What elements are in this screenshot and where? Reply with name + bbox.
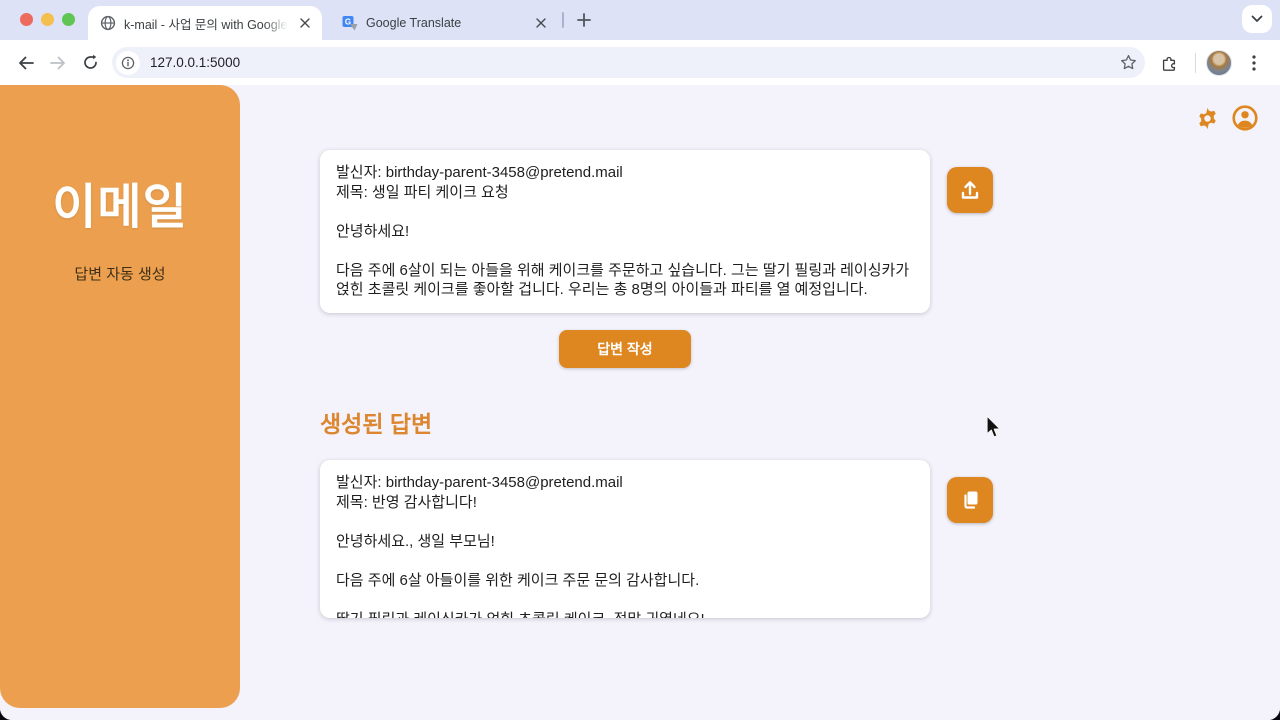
address-bar[interactable]: 127.0.0.1:5000 [112,47,1145,78]
browser-window: k-mail - 사업 문의 with Google G Google Tran… [0,0,1280,720]
close-tab-icon[interactable] [532,14,550,32]
reload-button[interactable] [74,47,106,79]
toolbar-separator [1195,53,1196,73]
tab-title: Google Translate [366,16,524,30]
upload-icon [958,178,982,202]
copy-icon [958,488,982,512]
app-title: 이메일 [0,167,240,237]
bookmark-star-icon[interactable] [1120,54,1137,71]
tab-divider [562,12,564,28]
forward-arrow-icon [49,55,67,71]
reply-email-text: 발신자: birthday-parent-3458@pretend.mail 제… [336,473,914,618]
mouse-cursor [985,415,1003,441]
generated-reply-heading: 생성된 답변 [320,405,432,439]
svg-text:G: G [345,18,351,27]
tab-title: k-mail - 사업 문의 with Google [124,14,288,33]
extensions-button[interactable] [1153,47,1185,79]
puzzle-icon [1160,54,1178,72]
tab-search-chevron-button[interactable] [1242,5,1272,33]
new-tab-button[interactable] [572,8,596,32]
incoming-email-text: 발신자: birthday-parent-3458@pretend.mail 제… [336,163,914,300]
tab-kmail[interactable]: k-mail - 사업 문의 with Google [88,6,322,40]
chevron-down-icon [1251,15,1263,23]
info-icon [121,56,135,70]
site-info-button[interactable] [116,51,140,75]
globe-icon [100,15,116,31]
profile-avatar[interactable] [1206,50,1232,76]
toolbar-right-group [1153,47,1270,79]
zoom-window-button[interactable] [62,13,75,26]
upload-email-button[interactable] [947,167,993,213]
forward-button[interactable] [42,47,74,79]
back-arrow-icon [17,55,35,71]
page-top-icons [1195,105,1258,131]
window-controls [20,13,75,26]
browser-menu-button[interactable] [1238,47,1270,79]
profile-icon[interactable] [1232,105,1258,131]
page-content: 이메일 답변 자동 생성 발신자: birthday-parent-3458@p… [0,85,1280,720]
close-window-button[interactable] [20,13,33,26]
app-subtitle: 답변 자동 생성 [0,263,240,284]
sidebar: 이메일 답변 자동 생성 [0,85,240,708]
incoming-email-card: 발신자: birthday-parent-3458@pretend.mail 제… [320,150,930,313]
copy-reply-button[interactable] [947,477,993,523]
browser-toolbar: 127.0.0.1:5000 [0,40,1280,85]
kebab-menu-icon [1252,55,1256,71]
gear-icon[interactable] [1195,106,1220,131]
back-button[interactable] [10,47,42,79]
close-tab-icon[interactable] [296,14,314,32]
tab-strip: k-mail - 사업 문의 with Google G Google Tran… [0,0,1280,40]
compose-reply-button[interactable]: 답변 작성 [559,330,691,368]
google-translate-icon: G [342,15,358,31]
minimize-window-button[interactable] [41,13,54,26]
reload-icon [82,54,99,71]
url-text[interactable]: 127.0.0.1:5000 [150,55,1120,70]
tab-google-translate[interactable]: G Google Translate [330,6,558,40]
reply-email-card: 발신자: birthday-parent-3458@pretend.mail 제… [320,460,930,618]
